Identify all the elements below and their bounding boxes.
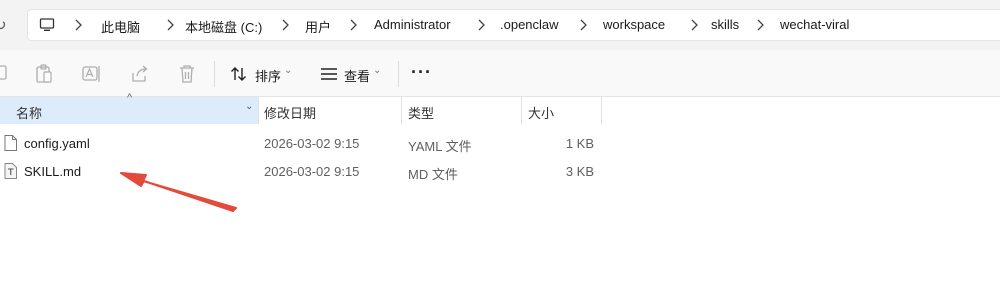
breadcrumb-item-wechat-viral[interactable]: wechat-viral — [780, 17, 849, 32]
copy-icon[interactable] — [0, 64, 8, 85]
file-size: 1 KB — [565, 136, 594, 151]
column-header-name[interactable]: ^ 名称 ⌄ — [0, 92, 258, 124]
breadcrumb-item-workspace[interactable]: workspace — [603, 17, 665, 32]
chevron-right-icon[interactable] — [165, 18, 175, 35]
toolbar-divider — [214, 61, 215, 87]
file-date-modified: 2026-03-02 9:15 — [264, 136, 360, 151]
sort-ascending-icon: ^ — [127, 92, 133, 104]
column-divider[interactable] — [258, 97, 259, 124]
chevron-down-icon: ⌄ — [284, 65, 293, 76]
chevron-down-icon: ⌄ — [373, 65, 382, 76]
breadcrumb-item-users[interactable]: 用户 — [305, 17, 331, 36]
chevron-right-icon[interactable] — [689, 18, 699, 35]
address-bar: ↻ 此电脑 本地磁盘 (C:) 用户 Administrator .opencl… — [0, 0, 1000, 50]
file-type: YAML 文件 — [408, 139, 472, 154]
file-row[interactable]: config.yaml 2026-03-02 9:15 YAML 文件 1 KB — [0, 129, 1000, 157]
view-label: 查看 — [344, 69, 371, 84]
view-button[interactable]: 查看 ⌄ — [320, 65, 386, 84]
text-document-icon — [4, 163, 17, 182]
breadcrumb[interactable]: 此电脑 本地磁盘 (C:) 用户 Administrator .openclaw… — [27, 9, 1000, 41]
sort-icon — [230, 66, 248, 85]
file-date-modified: 2026-03-02 9:15 — [264, 164, 360, 179]
command-bar: 排序 ⌄ 查看 ⌄ ··· — [0, 50, 1000, 97]
chevron-right-icon[interactable] — [476, 18, 486, 35]
breadcrumb-item-this-pc[interactable]: 此电脑 — [101, 17, 140, 36]
chevron-down-icon[interactable]: ⌄ — [245, 101, 253, 112]
file-name[interactable]: SKILL.md — [24, 164, 81, 179]
column-divider[interactable] — [401, 97, 402, 124]
sort-label: 排序 — [255, 69, 282, 84]
refresh-icon[interactable]: ↻ — [0, 16, 7, 34]
column-divider[interactable] — [521, 97, 522, 124]
paste-icon[interactable] — [35, 64, 53, 87]
sort-button[interactable]: 排序 ⌄ — [230, 65, 296, 85]
file-row[interactable]: SKILL.md 2026-03-02 9:15 MD 文件 3 KB — [0, 157, 1000, 185]
column-header-date-modified[interactable]: 修改日期 — [264, 103, 316, 122]
document-icon — [4, 135, 17, 154]
toolbar-divider — [398, 61, 399, 87]
share-icon[interactable] — [130, 64, 150, 87]
breadcrumb-item-local-disk[interactable]: 本地磁盘 (C:) — [185, 17, 262, 36]
breadcrumb-item-openclaw[interactable]: .openclaw — [500, 17, 559, 32]
breadcrumb-item-skills[interactable]: skills — [711, 17, 739, 32]
column-header-size[interactable]: 大小 — [528, 103, 554, 122]
delete-icon[interactable] — [178, 64, 196, 87]
chevron-right-icon[interactable] — [280, 18, 290, 35]
column-header-name-label: 名称 — [16, 106, 43, 121]
file-type: MD 文件 — [408, 167, 458, 182]
file-size: 3 KB — [565, 164, 594, 179]
more-options-button[interactable]: ··· — [411, 62, 432, 83]
column-header-type[interactable]: 类型 — [408, 103, 434, 122]
chevron-right-icon[interactable] — [578, 18, 588, 35]
file-name[interactable]: config.yaml — [24, 136, 90, 151]
column-divider[interactable] — [601, 97, 602, 124]
chevron-right-icon[interactable] — [73, 18, 83, 35]
rename-icon[interactable] — [82, 64, 102, 87]
computer-icon[interactable] — [39, 17, 55, 36]
view-icon — [320, 67, 338, 84]
breadcrumb-item-administrator[interactable]: Administrator — [374, 17, 451, 32]
chevron-right-icon[interactable] — [755, 18, 765, 35]
chevron-right-icon[interactable] — [348, 18, 358, 35]
column-header-row: ^ 名称 ⌄ 修改日期 类型 大小 — [0, 92, 1000, 124]
